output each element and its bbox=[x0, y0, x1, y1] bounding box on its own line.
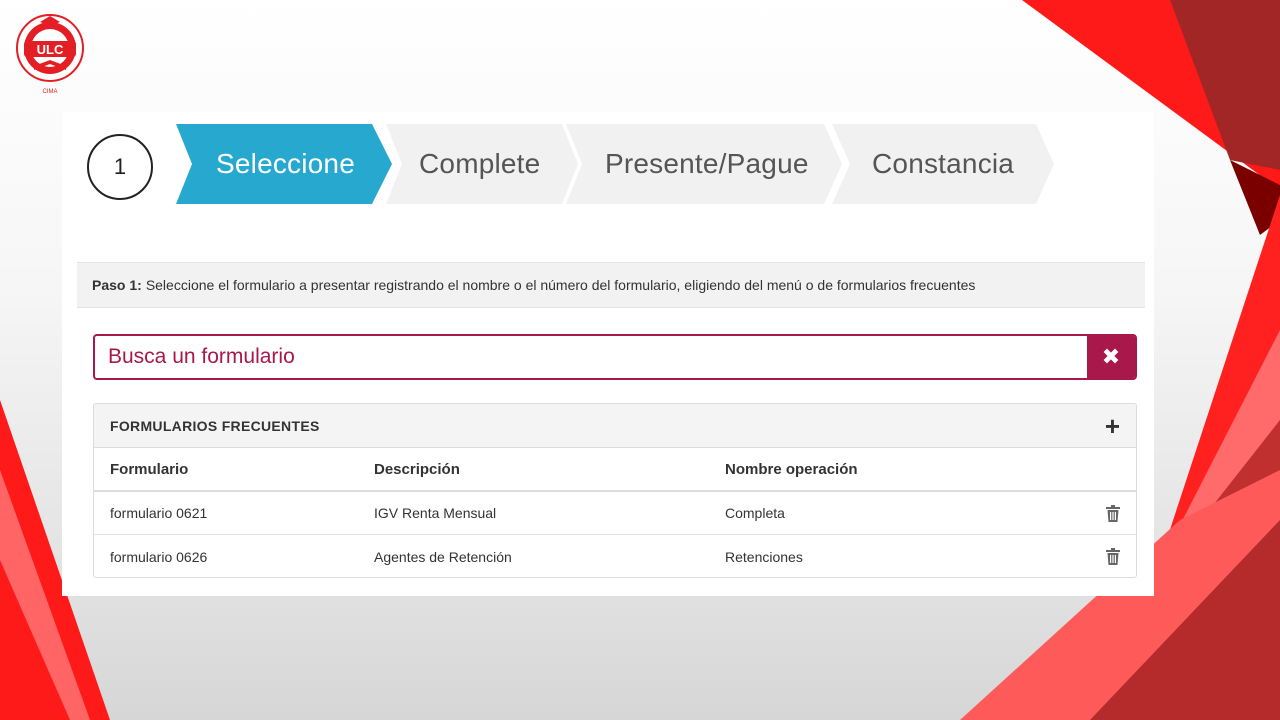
operation-cell: Retenciones bbox=[725, 548, 803, 565]
step-seleccione[interactable]: Seleccione bbox=[216, 124, 355, 204]
form-cell: formulario 0621 bbox=[110, 505, 208, 521]
university-logo: ULC CIMA bbox=[16, 14, 84, 95]
logo-initials: ULC bbox=[37, 42, 64, 57]
trash-icon[interactable] bbox=[1106, 535, 1120, 577]
frequent-forms-panel: FORMULARIOS FRECUENTES + Formulario Desc… bbox=[93, 403, 1137, 578]
clear-search-button[interactable]: ✖ bbox=[1087, 336, 1135, 378]
frequent-forms-title: FORMULARIOS FRECUENTES bbox=[110, 417, 320, 434]
step-progress: Seleccione Complete Presente/Pague Const… bbox=[176, 124, 1056, 204]
column-header-formulario: Formulario bbox=[110, 460, 189, 478]
plus-icon[interactable]: + bbox=[1105, 413, 1120, 439]
logo-subtext: CIMA bbox=[43, 89, 58, 95]
description-cell: IGV Renta Mensual bbox=[374, 505, 497, 521]
frequent-forms-header: FORMULARIOS FRECUENTES + bbox=[94, 404, 1136, 448]
step-presente-pague[interactable]: Presente/Pague bbox=[605, 124, 809, 204]
close-icon: ✖ bbox=[1101, 344, 1121, 369]
description-cell: Agentes de Retención bbox=[374, 548, 512, 565]
search-box: ✖ bbox=[93, 334, 1137, 380]
table-header-row: Formulario Descripción Nombre operación bbox=[94, 448, 1136, 492]
instruction-bar: Paso 1: Seleccione el formulario a prese… bbox=[77, 262, 1145, 308]
operation-cell: Completa bbox=[725, 505, 785, 521]
trash-icon[interactable] bbox=[1106, 492, 1120, 534]
step-number: 1 bbox=[87, 134, 153, 200]
table-row[interactable]: formulario 0621 IGV Renta Mensual Comple… bbox=[94, 492, 1136, 535]
step-complete[interactable]: Complete bbox=[419, 124, 540, 204]
column-header-operacion: Nombre operación bbox=[725, 460, 858, 478]
form-cell: formulario 0626 bbox=[110, 548, 208, 565]
table-row[interactable]: formulario 0626 Agentes de Retención Ret… bbox=[94, 535, 1136, 577]
column-header-descripcion: Descripción bbox=[374, 460, 460, 478]
step-constancia[interactable]: Constancia bbox=[872, 124, 1014, 204]
instruction-text: Seleccione el formulario a presentar reg… bbox=[145, 277, 976, 293]
instruction-prefix: Paso 1: bbox=[92, 277, 142, 293]
search-input[interactable] bbox=[95, 336, 1087, 378]
screenshot-panel: 1 Seleccione Complete Presente/Pague Con… bbox=[62, 112, 1154, 596]
